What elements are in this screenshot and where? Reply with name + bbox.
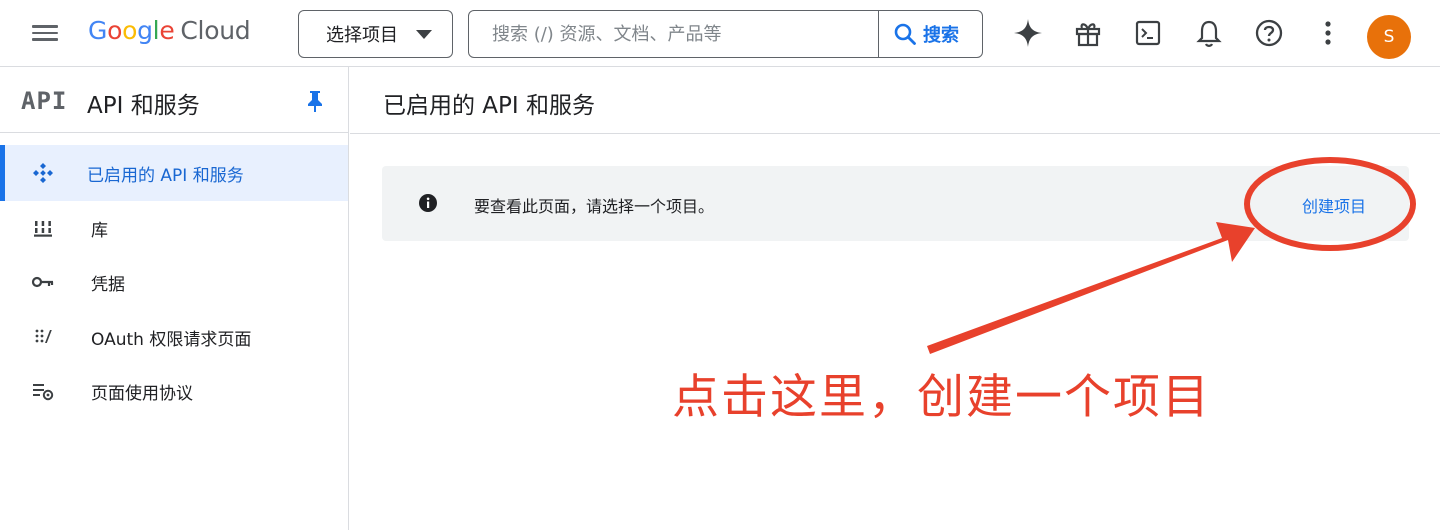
main-header: 已启用的 API 和服务: [350, 67, 1440, 134]
logo-cloud-text: Cloud: [180, 16, 251, 45]
menu-icon[interactable]: [30, 21, 60, 45]
search-input[interactable]: [470, 12, 876, 56]
sidebar-header: API API 和服务: [0, 67, 348, 133]
sparkle-icon[interactable]: [1012, 17, 1044, 49]
terminal-icon[interactable]: [1132, 17, 1164, 49]
top-app-bar: GoogleCloud 选择项目 搜索 S: [0, 0, 1440, 67]
key-icon: [30, 269, 56, 295]
sidebar-item-label: 页面使用协议: [91, 383, 193, 404]
sidebar-item-oauth-consent[interactable]: OAuth 权限请求页面: [0, 309, 348, 365]
info-banner: 要查看此页面，请选择一个项目。 创建项目: [382, 166, 1409, 241]
project-picker-button[interactable]: 选择项目: [298, 10, 453, 58]
logo-letter: e: [159, 16, 175, 45]
logo-letter: g: [137, 16, 153, 45]
google-cloud-logo[interactable]: Google Cloud: [88, 16, 251, 45]
logo-letter: o: [107, 16, 123, 45]
annotation-arrow: [927, 222, 1255, 354]
search-icon: [894, 23, 916, 45]
sidebar-item-label: OAuth 权限请求页面: [91, 329, 252, 350]
banner-message: 要查看此页面，请选择一个项目。: [474, 197, 715, 216]
more-vert-icon[interactable]: [1312, 17, 1344, 49]
api-logo-icon: API: [21, 87, 68, 115]
info-icon: [418, 193, 438, 213]
sidebar-item-library[interactable]: 库: [0, 200, 348, 256]
bell-icon[interactable]: [1193, 17, 1225, 49]
sidebar-title: API 和服务: [87, 93, 200, 119]
gift-icon[interactable]: [1072, 17, 1104, 49]
dropdown-caret-icon: [416, 30, 432, 39]
oauth-dots-icon: [30, 324, 56, 350]
annotation-text: 点击这里，创建一个项目: [672, 370, 1211, 425]
help-icon[interactable]: [1253, 17, 1285, 49]
logo-letter: o: [122, 16, 138, 45]
search-button[interactable]: 搜索: [878, 11, 983, 57]
search-box: 搜索: [468, 10, 983, 58]
library-icon: [30, 215, 56, 241]
account-avatar[interactable]: S: [1367, 15, 1411, 59]
sidebar-item-page-usage-agreements[interactable]: 页面使用协议: [0, 363, 348, 419]
pin-icon[interactable]: [305, 89, 325, 113]
page-title: 已启用的 API 和服务: [383, 93, 596, 119]
sidebar-item-label: 已启用的 API 和服务: [87, 165, 244, 186]
sidebar-item-label: 凭据: [91, 274, 125, 295]
search-button-label: 搜索: [923, 25, 959, 46]
api-diamond-icon: [30, 160, 56, 186]
sidebar-item-label: 库: [91, 220, 108, 241]
sidebar-item-enabled-apis[interactable]: 已启用的 API 和服务: [0, 145, 348, 201]
project-picker-label: 选择项目: [326, 25, 398, 46]
create-project-link[interactable]: 创建项目: [1302, 193, 1366, 217]
sidebar: API API 和服务 已启用的 API 和服务 库 凭据 OAuth 权限请求…: [0, 67, 349, 530]
sidebar-item-credentials[interactable]: 凭据: [0, 254, 348, 310]
settings-list-icon: [30, 378, 56, 404]
logo-letter: G: [88, 16, 108, 45]
